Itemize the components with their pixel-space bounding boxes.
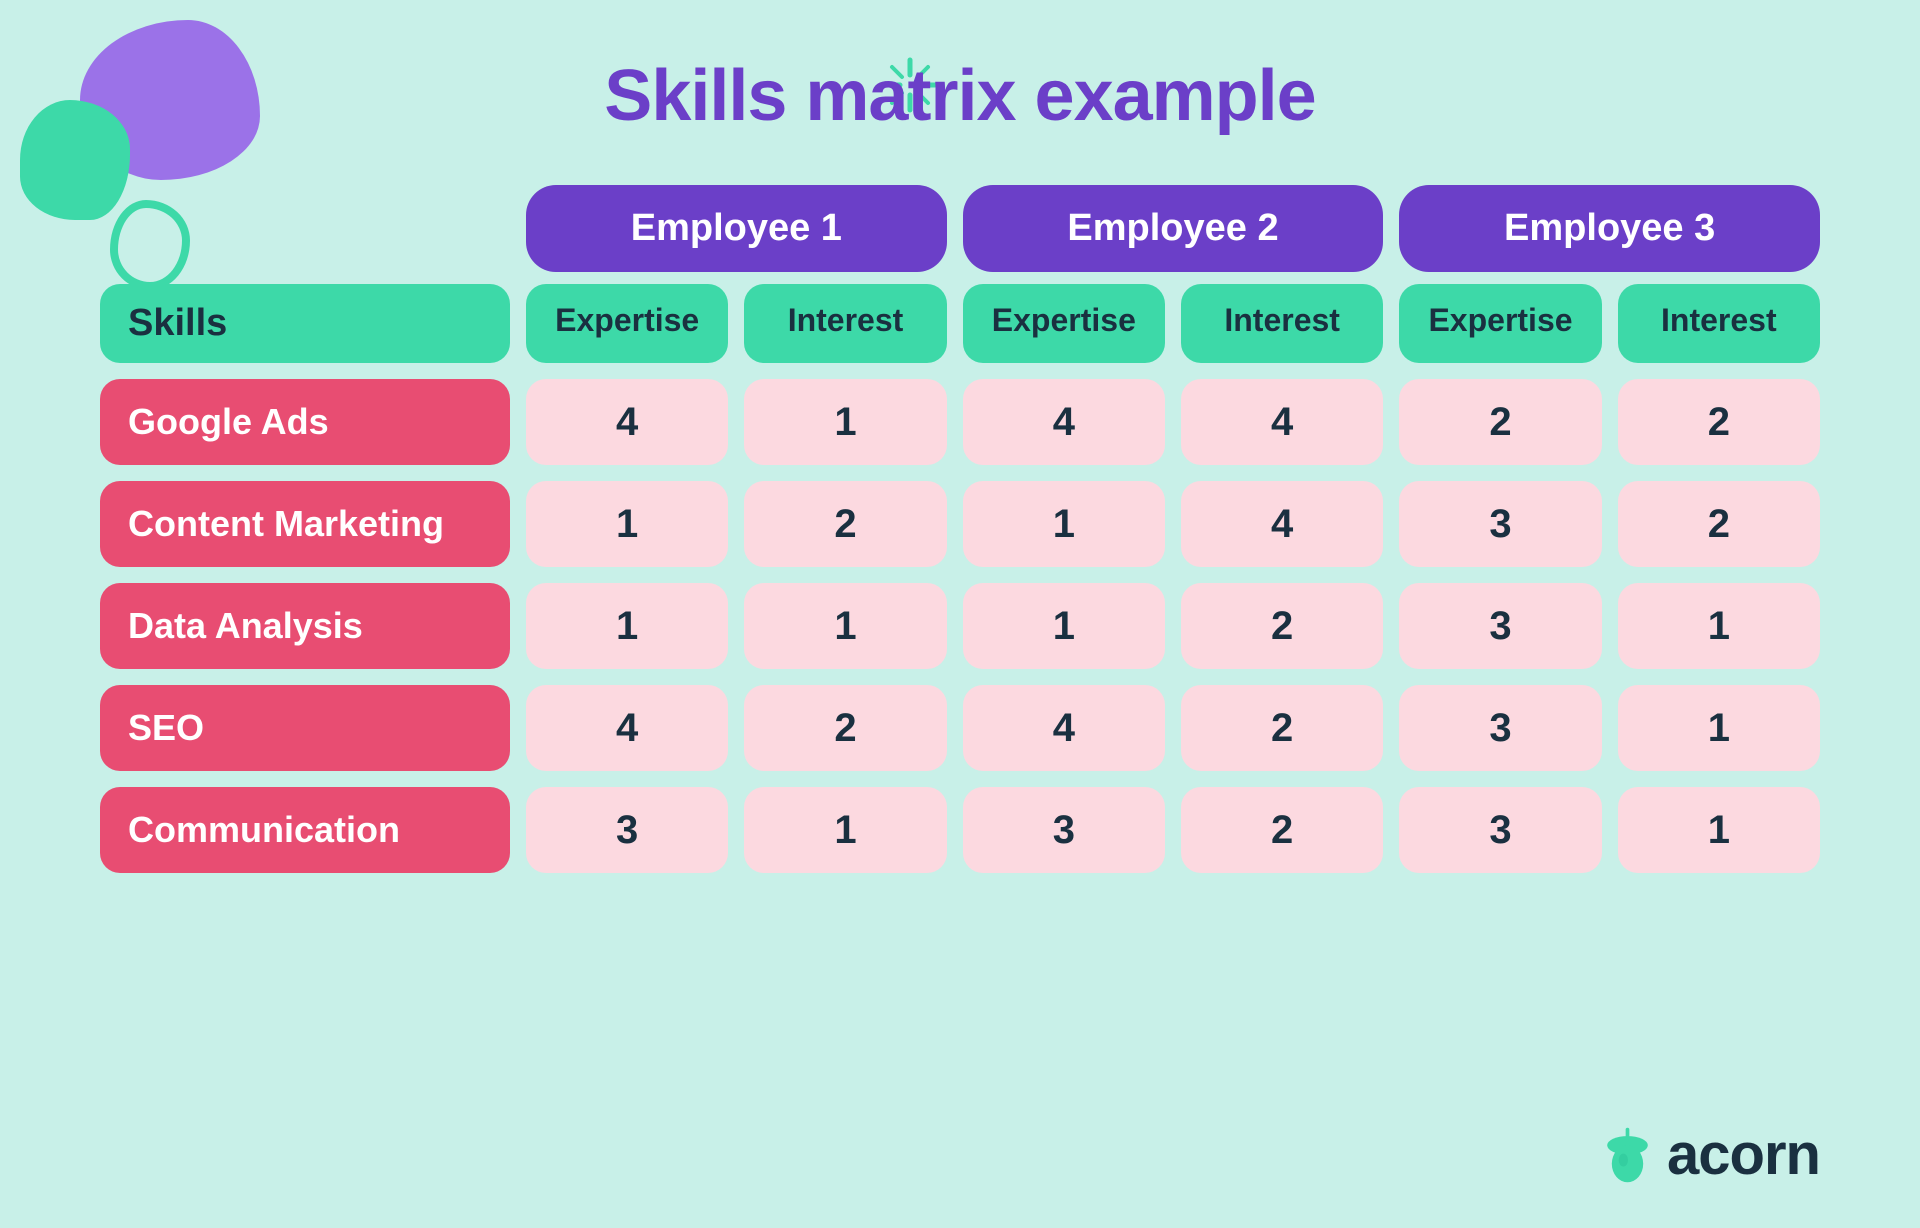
acorn-logo: acorn (1600, 1121, 1820, 1188)
cell-1-1: 2 (744, 481, 946, 567)
cell-1-5: 2 (1618, 481, 1820, 567)
cell-3-0: 4 (526, 685, 728, 771)
cell-1-3: 4 (1181, 481, 1383, 567)
acorn-icon (1600, 1125, 1655, 1185)
cell-4-3: 2 (1181, 787, 1383, 873)
cell-4-2: 3 (963, 787, 1165, 873)
cell-0-3: 4 (1181, 379, 1383, 465)
cell-2-5: 1 (1618, 583, 1820, 669)
emp2-expertise-header: Expertise (963, 284, 1165, 363)
cell-3-3: 2 (1181, 685, 1383, 771)
skill-content-marketing: Content Marketing (100, 481, 510, 567)
page-title: Skills matrix example (604, 55, 1315, 137)
skill-google-ads: Google Ads (100, 379, 510, 465)
employee-2-header: Employee 2 (963, 185, 1384, 272)
row-communication: Communication 3 1 3 2 3 1 (100, 787, 1820, 873)
employee-header-row: Employee 1 Employee 2 Employee 3 (100, 185, 1820, 272)
cell-0-1: 1 (744, 379, 946, 465)
cell-2-2: 1 (963, 583, 1165, 669)
cell-4-5: 1 (1618, 787, 1820, 873)
cell-0-2: 4 (963, 379, 1165, 465)
skill-data-analysis: Data Analysis (100, 583, 510, 669)
employee-1-header: Employee 1 (526, 185, 947, 272)
skills-matrix: Employee 1 Employee 2 Employee 3 Skills … (100, 185, 1820, 889)
acorn-brand-name: acorn (1667, 1121, 1820, 1188)
cell-1-0: 1 (526, 481, 728, 567)
employee-3-header: Employee 3 (1399, 185, 1820, 272)
cell-0-0: 4 (526, 379, 728, 465)
cell-1-2: 1 (963, 481, 1165, 567)
cell-2-1: 1 (744, 583, 946, 669)
cell-4-4: 3 (1399, 787, 1601, 873)
cell-3-2: 4 (963, 685, 1165, 771)
cell-3-4: 3 (1399, 685, 1601, 771)
skills-column-header: Skills (100, 284, 510, 363)
row-google-ads: Google Ads 4 1 4 4 2 2 (100, 379, 1820, 465)
sub-header-row: Skills Expertise Interest Expertise Inte… (100, 284, 1820, 363)
cell-2-0: 1 (526, 583, 728, 669)
cell-2-3: 2 (1181, 583, 1383, 669)
emp1-expertise-header: Expertise (526, 284, 728, 363)
cell-3-5: 1 (1618, 685, 1820, 771)
header-spacer (100, 185, 510, 272)
row-data-analysis: Data Analysis 1 1 1 2 3 1 (100, 583, 1820, 669)
row-content-marketing: Content Marketing 1 2 1 4 3 2 (100, 481, 1820, 567)
cell-1-4: 3 (1399, 481, 1601, 567)
cell-2-4: 3 (1399, 583, 1601, 669)
emp1-interest-header: Interest (744, 284, 946, 363)
cell-4-1: 1 (744, 787, 946, 873)
cell-3-1: 2 (744, 685, 946, 771)
cell-4-0: 3 (526, 787, 728, 873)
cell-0-5: 2 (1618, 379, 1820, 465)
emp3-expertise-header: Expertise (1399, 284, 1601, 363)
skill-communication: Communication (100, 787, 510, 873)
emp2-interest-header: Interest (1181, 284, 1383, 363)
cell-0-4: 2 (1399, 379, 1601, 465)
row-seo: SEO 4 2 4 2 3 1 (100, 685, 1820, 771)
emp3-interest-header: Interest (1618, 284, 1820, 363)
skill-seo: SEO (100, 685, 510, 771)
